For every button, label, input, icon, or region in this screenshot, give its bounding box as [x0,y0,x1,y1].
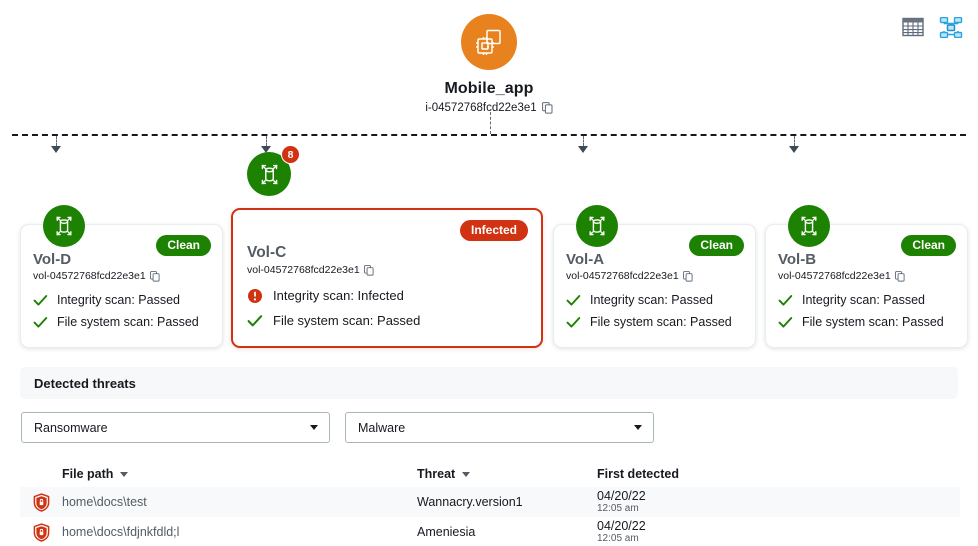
alert-icon [247,288,263,304]
topology-bus-line [12,134,966,136]
shield-lock-icon [20,492,62,512]
volume-id-text: vol-04572768fcd22e3e1 [566,270,679,282]
scan-label: File system scan: Passed [590,315,732,329]
threat-category-select[interactable]: Ransomware [21,412,330,443]
detected-threats-title: Detected threats [34,375,136,391]
volume-card-vol-a[interactable]: Clean Vol-A vol-04572768fcd22e3e1 Integr… [553,205,756,348]
table-row[interactable]: home\docs\test Wannacry.version1 04/20/2… [20,487,960,517]
volume-icon [43,205,85,247]
volume-id: vol-04572768fcd22e3e1 [247,264,527,276]
instance-id: i-04572768fcd22e3e1 [425,102,553,114]
volume-id: vol-04572768fcd22e3e1 [566,270,743,282]
first-detected-cell: 04/20/22 12:05 am [597,519,797,544]
scan-result-row: File system scan: Passed [778,311,955,333]
column-label: First detected [597,467,679,481]
column-header-first-detected[interactable]: First detected [597,467,797,481]
drop-connector-3 [583,136,584,146]
volume-scan-topology-page: Mobile_app i-04572768fcd22e3e1 Clean Vol… [0,0,978,546]
scan-result-row: Integrity scan: Passed [566,289,743,311]
detected-date: 04/20/22 [597,519,646,534]
column-header-threat[interactable]: Threat [417,467,597,481]
scan-label: File system scan: Passed [802,315,944,329]
scan-result-row: File system scan: Passed [247,308,527,333]
copy-icon[interactable] [363,264,374,276]
instance-id-text: i-04572768fcd22e3e1 [425,102,537,114]
status-badge: Clean [689,235,744,256]
scan-label: Integrity scan: Passed [590,293,713,307]
sort-icon[interactable] [462,471,471,477]
threat-cell: Ameniesia [417,525,476,539]
scan-result-row: Integrity scan: Passed [33,289,210,311]
table-header-row: File path Threat First detected [20,461,960,487]
detected-threats-table: File path Threat First detected home\doc… [20,461,960,546]
copy-icon[interactable] [149,270,160,282]
detected-threats-header: Detected threats [20,367,958,399]
drop-connector-1 [56,136,57,146]
volume-id-text: vol-04572768fcd22e3e1 [33,270,146,282]
threat-type-select[interactable]: Malware [345,412,654,443]
chevron-down-icon [310,425,318,430]
drop-connector-2 [266,136,267,146]
detected-time: 12:05 am [597,533,639,545]
table-row[interactable]: home\docs\fdjnkfdld;l Ameniesia 04/20/22… [20,517,960,546]
threat-filters: Ransomware Malware [21,412,654,443]
check-icon [778,294,793,307]
status-badge: Infected [459,220,528,241]
scan-result-row: Integrity scan: Infected [247,283,527,308]
scan-label: Integrity scan: Passed [802,293,925,307]
instance-stem-connector [490,112,491,134]
drop-connector-4 [794,136,795,146]
scan-label: File system scan: Passed [57,315,199,329]
volume-card-vol-c[interactable]: 8 Infected Vol-C vol-04572768fcd22e3e1 I… [231,145,543,348]
sort-icon[interactable] [120,471,129,477]
detected-date: 04/20/22 [597,489,646,504]
detected-time: 12:05 am [597,503,639,515]
check-icon [566,316,581,329]
drop-arrow-1 [51,146,61,153]
scan-label: Integrity scan: Infected [273,288,404,303]
file-path-cell[interactable]: home\docs\test [62,495,417,509]
volume-card-vol-b[interactable]: Clean Vol-B vol-04572768fcd22e3e1 Integr… [765,205,968,348]
scan-label: File system scan: Passed [273,313,421,328]
threat-type-value: Malware [358,420,406,435]
threat-cell: Wannacry.version1 [417,495,523,509]
scan-result-row: File system scan: Passed [33,311,210,333]
column-label: Threat [417,467,456,481]
instance-name: Mobile_app [444,80,534,97]
instance-node[interactable]: Mobile_app i-04572768fcd22e3e1 [0,14,978,114]
volume-icon: 8 [247,145,300,196]
first-detected-cell: 04/20/22 12:05 am [597,489,797,514]
check-icon [247,314,263,328]
scan-result-row: Integrity scan: Passed [778,289,955,311]
status-badge: Clean [156,235,211,256]
volume-id: vol-04572768fcd22e3e1 [33,270,210,282]
volume-card-vol-d[interactable]: Clean Vol-D vol-04572768fcd22e3e1 Integr… [20,205,223,348]
check-icon [778,316,793,329]
file-path-cell[interactable]: home\docs\fdjnkfdld;l [62,525,417,539]
check-icon [33,316,48,329]
drop-arrow-3 [578,146,588,153]
threat-count-badge: 8 [281,145,300,164]
copy-icon[interactable] [541,102,553,114]
status-badge: Clean [901,235,956,256]
chevron-down-icon [634,425,642,430]
column-header-file-path[interactable]: File path [62,467,417,481]
check-icon [566,294,581,307]
volume-id: vol-04572768fcd22e3e1 [778,270,955,282]
scan-label: Integrity scan: Passed [57,293,180,307]
column-label: File path [62,467,114,481]
volume-icon [576,205,618,247]
drop-arrow-4 [789,146,799,153]
volume-icon [788,205,830,247]
check-icon [33,294,48,307]
volume-name: Vol-C [247,244,287,261]
volume-id-text: vol-04572768fcd22e3e1 [778,270,891,282]
instance-chip-icon [461,14,517,70]
shield-lock-icon [20,522,62,542]
copy-icon[interactable] [682,270,693,282]
copy-icon[interactable] [894,270,905,282]
threat-category-value: Ransomware [34,420,108,435]
scan-result-row: File system scan: Passed [566,311,743,333]
volume-id-text: vol-04572768fcd22e3e1 [247,264,360,276]
